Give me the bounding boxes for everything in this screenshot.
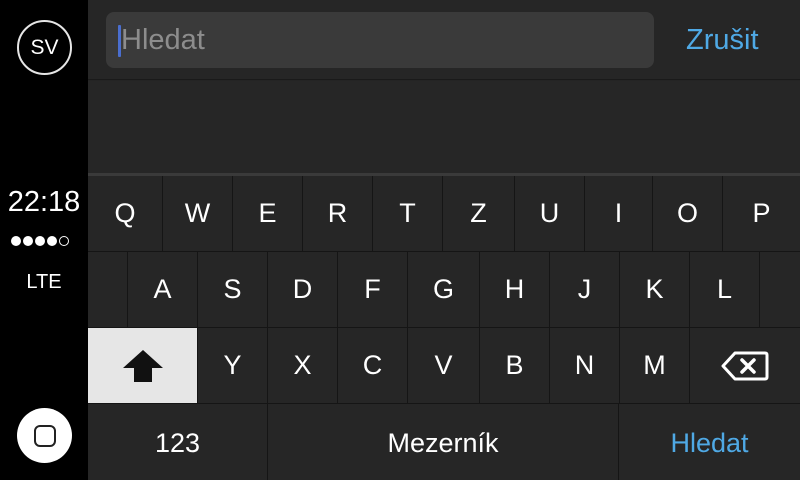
search-key[interactable]: Hledat — [619, 404, 800, 480]
key-e[interactable]: E — [233, 176, 303, 251]
space-key[interactable]: Mezerník — [268, 404, 619, 480]
key-a[interactable]: A — [128, 252, 198, 327]
signal-dot-icon — [47, 236, 57, 246]
key-k[interactable]: K — [620, 252, 690, 327]
shift-key[interactable] — [88, 328, 198, 403]
search-screen: Zrušit Q W E R T Z U I O P A S D F G H J… — [88, 0, 800, 480]
key-z[interactable]: Z — [443, 176, 515, 251]
key-h[interactable]: H — [480, 252, 550, 327]
key-x[interactable]: X — [268, 328, 338, 403]
key-spacer-right — [760, 252, 800, 327]
key-d[interactable]: D — [268, 252, 338, 327]
keyboard-row-2: A S D F G H J K L — [88, 252, 800, 328]
shift-arrow-icon — [122, 349, 163, 382]
clock-time: 22:18 — [7, 186, 81, 218]
search-bar: Zrušit — [88, 0, 800, 80]
key-y[interactable]: Y — [198, 328, 268, 403]
key-i[interactable]: I — [585, 176, 653, 251]
key-j[interactable]: J — [550, 252, 620, 327]
key-w[interactable]: W — [163, 176, 233, 251]
numbers-key[interactable]: 123 — [88, 404, 268, 480]
key-f[interactable]: F — [338, 252, 408, 327]
key-p[interactable]: P — [723, 176, 800, 251]
backspace-key[interactable] — [690, 328, 800, 403]
network-type: LTE — [26, 271, 62, 293]
key-m[interactable]: M — [620, 328, 690, 403]
user-avatar[interactable]: SV — [17, 20, 72, 75]
key-u[interactable]: U — [515, 176, 585, 251]
key-r[interactable]: R — [303, 176, 373, 251]
signal-dot-icon — [35, 236, 45, 246]
key-t[interactable]: T — [373, 176, 443, 251]
keyboard-row-1: Q W E R T Z U I O P — [88, 176, 800, 252]
keyboard-row-4: 123 Mezerník Hledat — [88, 404, 800, 480]
key-v[interactable]: V — [408, 328, 480, 403]
home-button[interactable] — [17, 408, 72, 463]
signal-dot-empty-icon — [59, 236, 69, 246]
signal-dot-icon — [11, 236, 21, 246]
key-b[interactable]: B — [480, 328, 550, 403]
signal-strength-indicator — [11, 236, 81, 246]
key-n[interactable]: N — [550, 328, 620, 403]
cancel-button[interactable]: Zrušit — [686, 0, 759, 80]
keyboard-row-3: Y X C V B N M — [88, 328, 800, 404]
key-c[interactable]: C — [338, 328, 408, 403]
search-field[interactable] — [106, 12, 654, 68]
status-rail: SV 22:18 LTE — [0, 0, 88, 480]
key-spacer-left — [88, 252, 128, 327]
signal-dot-icon — [23, 236, 33, 246]
key-g[interactable]: G — [408, 252, 480, 327]
search-input[interactable] — [121, 12, 641, 68]
key-q[interactable]: Q — [88, 176, 163, 251]
key-s[interactable]: S — [198, 252, 268, 327]
key-l[interactable]: L — [690, 252, 760, 327]
backspace-icon — [721, 351, 769, 380]
home-square-icon — [33, 424, 56, 447]
on-screen-keyboard: Q W E R T Z U I O P A S D F G H J K L Y … — [88, 173, 800, 480]
key-o[interactable]: O — [653, 176, 723, 251]
search-results-area — [88, 81, 800, 173]
